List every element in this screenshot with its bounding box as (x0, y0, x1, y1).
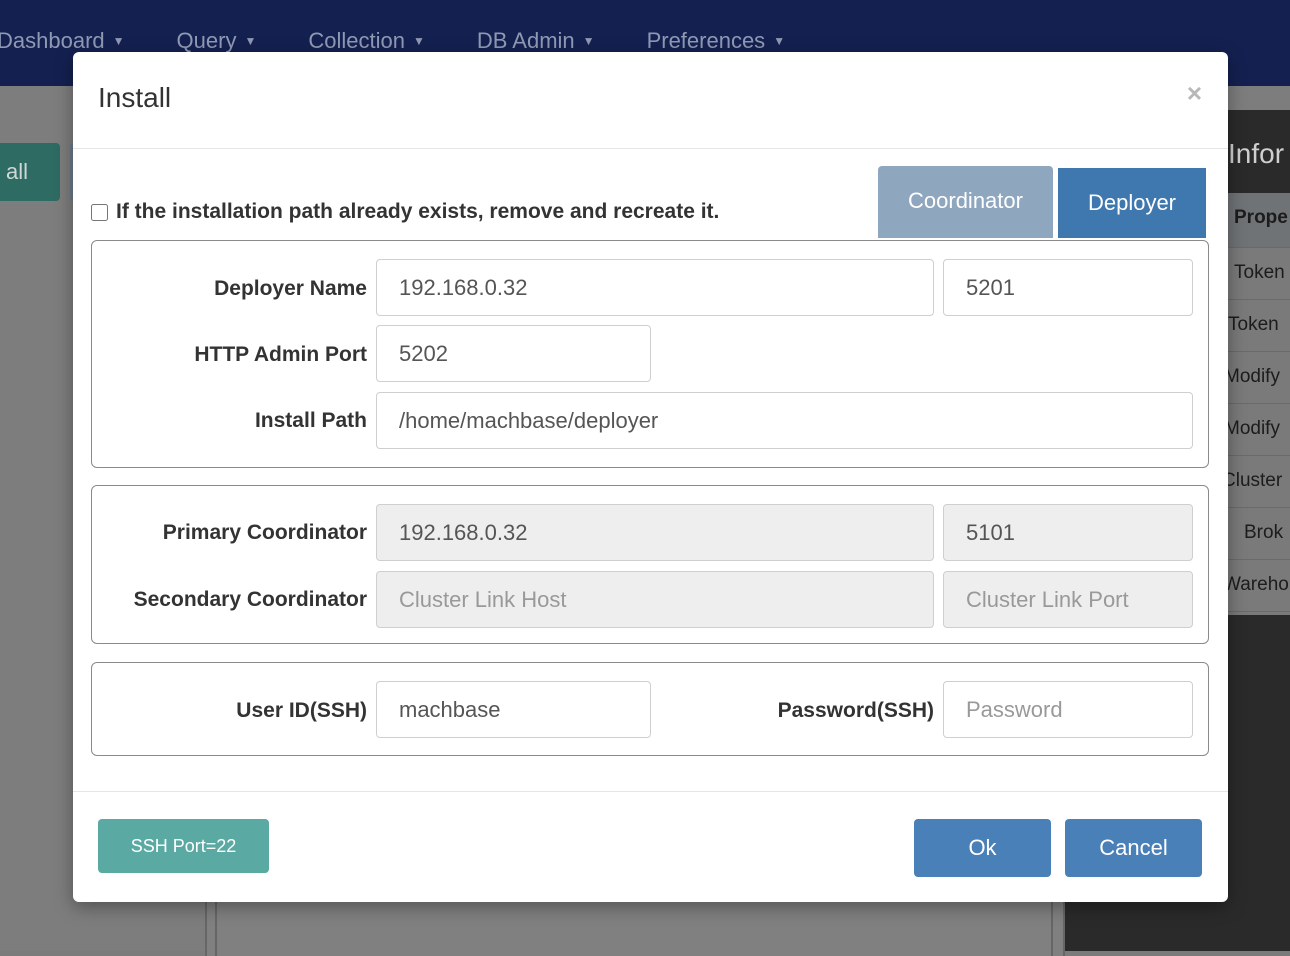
nav-db-admin-label: DB Admin (476, 28, 575, 53)
nav-query-label: Query (176, 28, 237, 53)
caret-down-icon: ▼ (112, 34, 125, 48)
deployer-name-label: Deployer Name (214, 277, 367, 300)
modal-title: Install (98, 82, 172, 113)
nav-dashboard[interactable]: Dashboard ▼ (0, 28, 125, 54)
info-panel-title: Infor (1228, 138, 1285, 169)
ssh-user-label: User ID(SSH) (236, 699, 367, 722)
background-install-label: all (6, 159, 29, 184)
nav-menu: Dashboard ▼ Query ▼ Collection ▼ DB Admi… (0, 28, 837, 54)
tab-coordinator[interactable]: Coordinator (878, 166, 1053, 238)
background-install-button[interactable]: all (0, 143, 60, 201)
nav-preferences-label: Preferences (646, 28, 766, 53)
primary-coordinator-label: Primary Coordinator (162, 521, 367, 544)
deployer-port-input[interactable] (943, 259, 1193, 316)
install-path-label: Install Path (254, 409, 367, 432)
caret-down-icon: ▼ (412, 34, 425, 48)
ssh-port-button[interactable]: SSH Port=22 (98, 819, 269, 873)
nav-collection[interactable]: Collection ▼ (308, 28, 425, 54)
info-table: Prope Token Token Modify Modify Cluster … (1228, 193, 1290, 615)
close-icon[interactable]: × (1187, 78, 1202, 109)
primary-coordinator-port (943, 504, 1193, 561)
recreate-option[interactable]: If the installation path already exists,… (91, 200, 719, 224)
ssh-section: User ID(SSH) Password(SSH) (91, 662, 1209, 756)
deployer-section: Deployer Name HTTP Admin Port Install Pa… (91, 240, 1209, 468)
primary-coordinator-host (376, 504, 934, 561)
install-path-input[interactable] (376, 392, 1193, 449)
install-modal: Install × If the installation path alrea… (73, 52, 1228, 902)
cancel-button[interactable]: Cancel (1065, 819, 1202, 877)
table-row: Modify (1228, 404, 1290, 456)
recreate-checkbox[interactable] (91, 203, 108, 221)
http-admin-port-label: HTTP Admin Port (194, 343, 367, 366)
caret-down-icon: ▼ (773, 34, 786, 48)
nav-collection-label: Collection (308, 28, 405, 53)
table-row: Wareho (1228, 560, 1290, 612)
nav-db-admin[interactable]: DB Admin ▼ (477, 28, 595, 54)
table-row: Token (1228, 300, 1290, 352)
modal-footer: SSH Port=22 Ok Cancel (73, 791, 1228, 902)
nav-preferences[interactable]: Preferences ▼ (647, 28, 786, 54)
tab-deployer[interactable]: Deployer (1058, 168, 1206, 238)
caret-down-icon: ▼ (582, 34, 595, 48)
deployer-host-input[interactable] (376, 259, 934, 316)
secondary-coordinator-label: Secondary Coordinator (133, 588, 367, 611)
info-table-header: Prope (1228, 193, 1290, 248)
nav-query[interactable]: Query ▼ (177, 28, 257, 54)
secondary-coordinator-port (943, 571, 1193, 628)
table-row: Cluster (1228, 456, 1290, 508)
table-row: Brok (1228, 508, 1290, 560)
caret-down-icon: ▼ (244, 34, 257, 48)
ok-button[interactable]: Ok (914, 819, 1051, 877)
table-row: Modify (1228, 352, 1290, 404)
secondary-coordinator-host (376, 571, 934, 628)
ssh-user-input[interactable] (376, 681, 651, 738)
ssh-password-label: Password(SSH) (777, 699, 934, 722)
nav-dashboard-label: Dashboard (0, 28, 105, 53)
ssh-password-input[interactable] (943, 681, 1193, 738)
coordinator-section: Primary Coordinator Secondary Coordinato… (91, 485, 1209, 644)
http-admin-port-input[interactable] (376, 325, 651, 382)
modal-header: Install × (73, 52, 1228, 149)
recreate-label: If the installation path already exists,… (116, 200, 720, 223)
table-row: Token (1228, 248, 1290, 300)
